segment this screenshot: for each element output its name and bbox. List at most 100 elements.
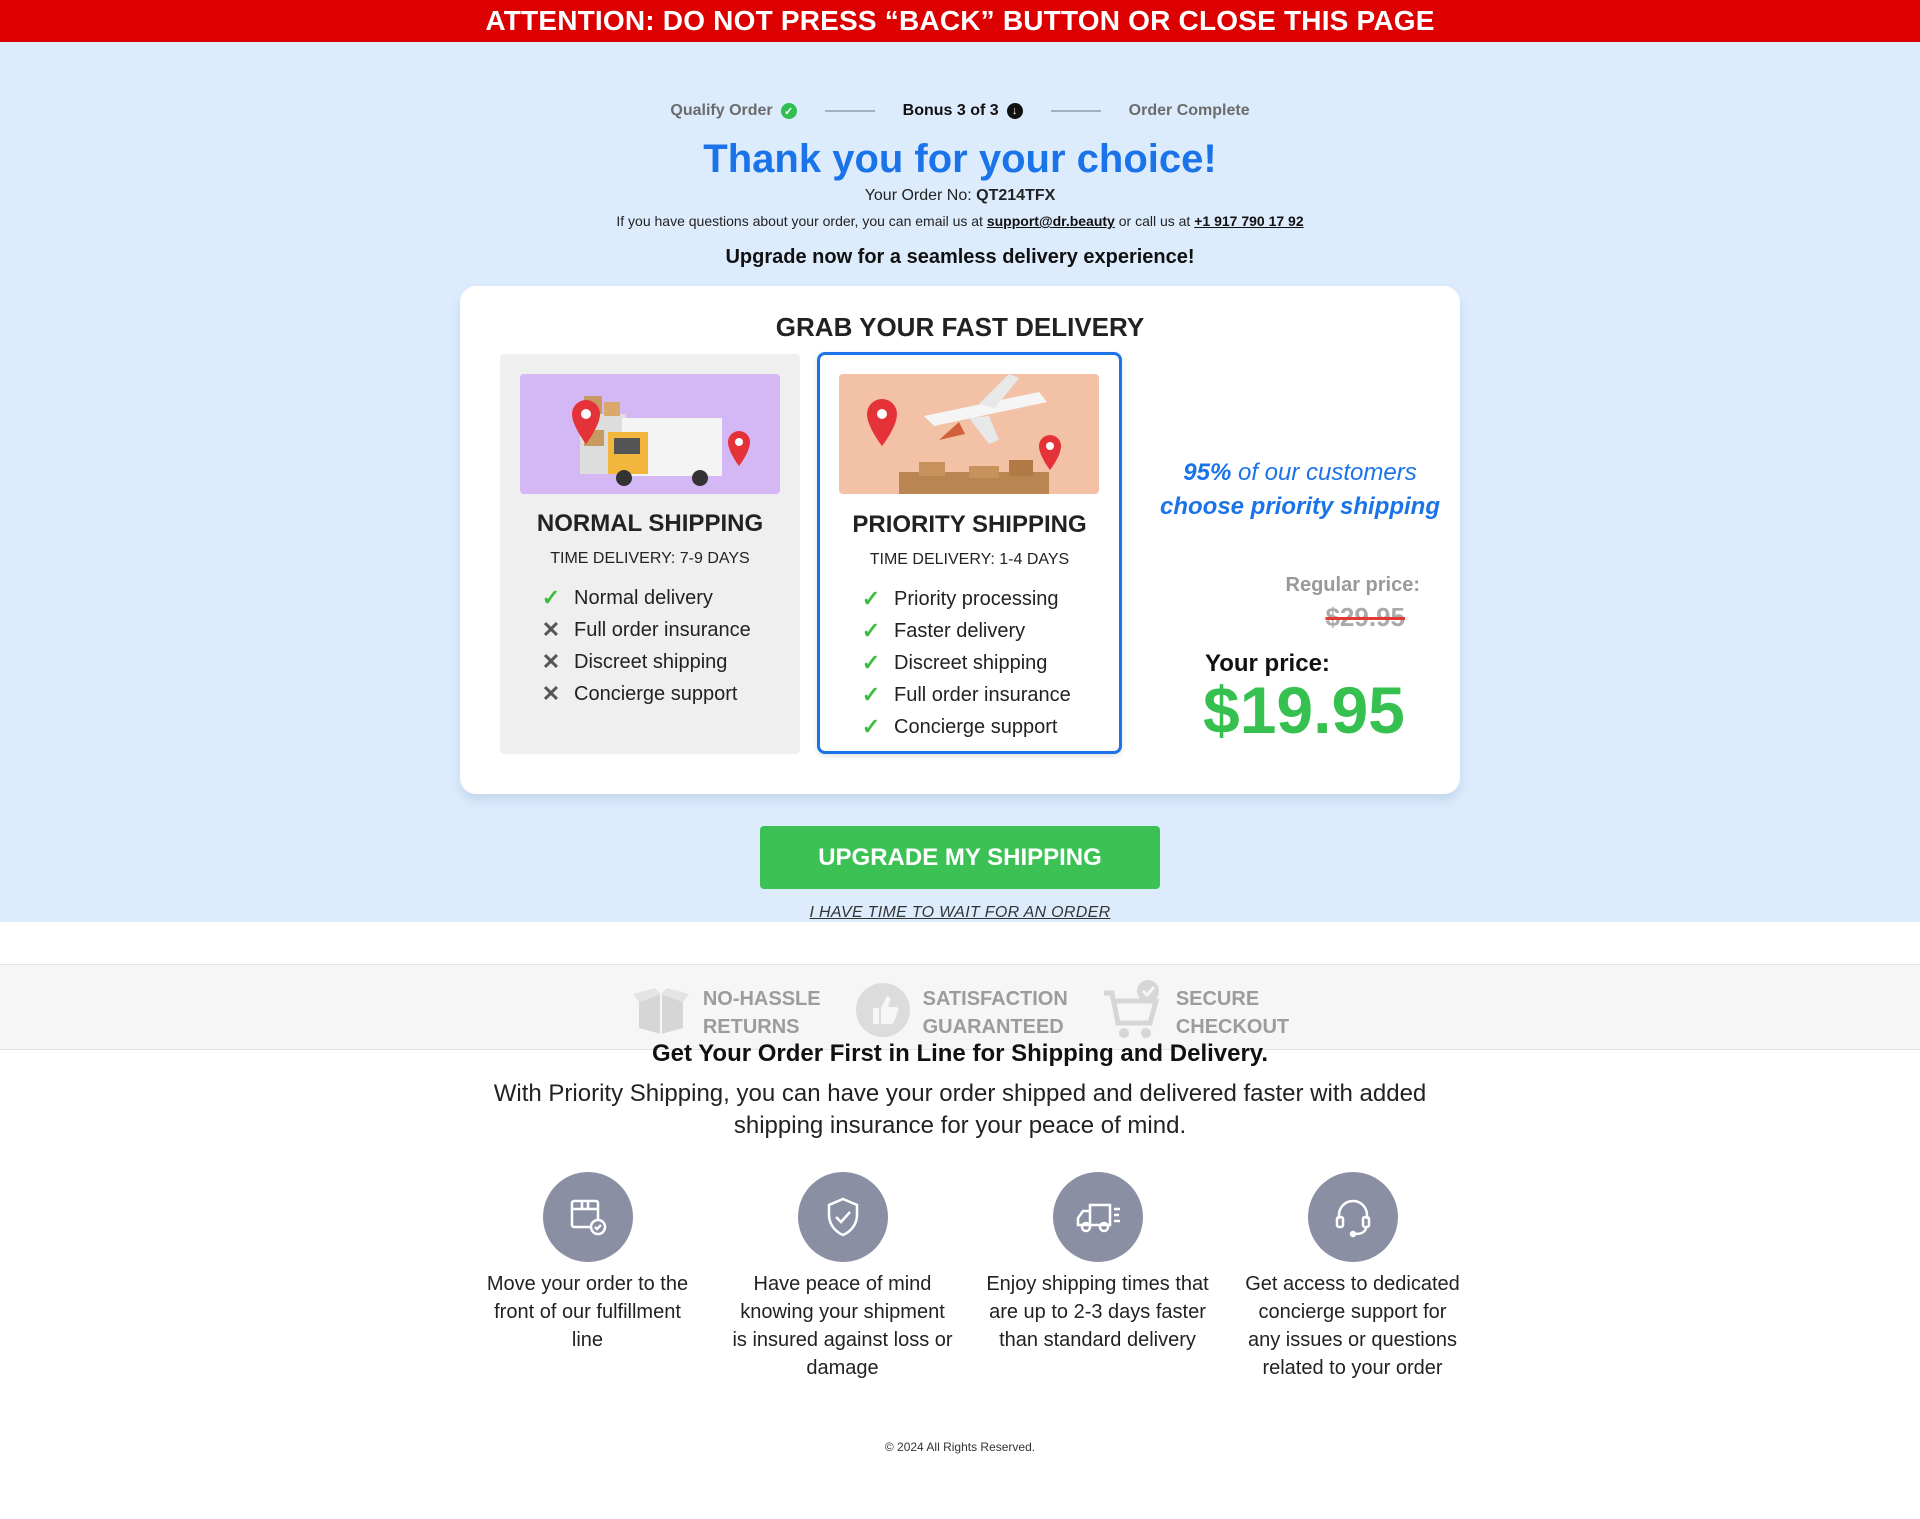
option-time: TIME DELIVERY: 7-9 DAYS [550,550,750,567]
trust-line-2: RETURNS [702,1015,800,1038]
benefit-text: Enjoy shipping times that are up to 2-3 … [986,1273,1209,1351]
check-icon: ✓ [861,586,881,611]
feature-item: ✕ Full order insurance [540,614,751,646]
card-title: GRAB YOUR FAST DELIVERY [775,312,1145,342]
check-icon: ✓ [861,618,881,643]
step-divider [1050,110,1101,112]
option-time: TIME DELIVERY: 1-4 DAYS [869,551,1070,568]
step-label: Order Complete [1128,102,1250,119]
step-bonus: Bonus 3 of 3 ↓ [903,102,1023,120]
feature-item: ✓ Full order insurance [860,679,1071,711]
benefit-item: Get access to dedicated concierge suppor… [1225,1172,1480,1382]
thumbs-up-icon [855,982,911,1043]
check-icon: ✓ [541,585,561,610]
benefit-item: Have peace of mind knowing your shipment… [715,1172,970,1382]
feature-item: ✕ Concierge support [540,678,751,710]
feature-item: ✓ Concierge support [860,711,1071,743]
feature-item: ✕ Discreet shipping [540,646,751,678]
priority-shipping-option[interactable]: PRIORITY SHIPPING TIME DELIVERY: 1-4 DAY… [817,352,1122,754]
option-name: PRIORITY SHIPPING [852,511,1087,538]
trust-item-checkout: SECURE CHECKOUT [1102,979,1289,1046]
stat-percent: 95% [1183,459,1232,486]
benefit-text: Get access to dedicated concierge suppor… [1245,1273,1460,1379]
feature-list: ✓ Normal delivery ✕ Full order insurance ✕… [540,582,751,710]
progress-steps: Qualify Order ✓ Bonus 3 of 3 ↓ Order Com… [0,102,1920,120]
contact-mid: or call us at [1114,213,1195,229]
contact-info: If you have questions about your order, … [0,213,1920,229]
order-prefix: Your Order No: [864,187,977,204]
stat-text: of our customers [1231,459,1417,486]
feature-label: Concierge support [894,715,1058,738]
feature-label: Discreet shipping [894,651,1048,674]
airplane-image [839,374,1099,494]
open-box-icon [631,984,691,1041]
benefit-text: Have peace of mind knowing your shipment… [732,1273,953,1379]
shield-check-icon [797,1172,888,1262]
check-icon: ✓ [861,714,881,739]
benefits-description: With Priority Shipping, you can have you… [493,1080,1427,1139]
copyright: © 2024 All Rights Reserved. [884,1440,1036,1454]
upgrade-subheading: Upgrade now for a seamless delivery expe… [725,246,1195,268]
benefits-row: Move your order to the front of our fulf… [460,1172,1480,1382]
regular-price-label: Regular price: [1285,574,1420,596]
option-name: NORMAL SHIPPING [536,510,764,537]
page-title: Thank you for your choice! [703,137,1217,181]
headset-icon [1307,1172,1398,1262]
package-check-icon [542,1172,633,1262]
step-label: Bonus 3 of 3 [902,102,999,119]
step-order-complete: Order Complete [1129,102,1250,120]
regular-price: $29.95 [1325,602,1405,632]
trust-line-2: GUARANTEED [922,1015,1064,1038]
feature-item: ✓ Normal delivery [540,582,751,614]
benefits-heading: Get Your Order First in Line for Shippin… [651,1040,1269,1067]
trust-line-1: SATISFACTION [922,987,1068,1010]
trust-line-2: CHECKOUT [1175,1015,1290,1038]
truck-image [520,374,780,494]
feature-item: ✓ Discreet shipping [860,647,1071,679]
support-email-link[interactable]: support@dr.beauty [987,213,1115,229]
shipping-offer-card: GRAB YOUR FAST DELIVERY NORMAL SHIPPING … [460,286,1460,794]
order-number: Your Order No: QT214TFX [0,187,1920,205]
step-label: Qualify Order [670,102,773,119]
top-section: Qualify Order ✓ Bonus 3 of 3 ↓ Order Com… [0,42,1920,1050]
arrow-down-circle-icon: ↓ [1006,103,1023,119]
benefit-text: Move your order to the front of our fulf… [486,1273,689,1351]
stat-line-2: choose priority shipping [1159,493,1441,520]
customer-stat: 95% of our customers choose priority shi… [1150,456,1450,524]
cross-icon: ✕ [541,617,561,642]
check-circle-icon: ✓ [780,103,797,119]
cart-check-icon [1102,979,1164,1046]
feature-label: Priority processing [894,587,1059,610]
feature-label: Normal delivery [574,586,713,609]
contact-prefix: If you have questions about your order, … [616,213,987,229]
trust-item-returns: NO-HASSLE RETURNS [631,979,821,1046]
trust-item-satisfaction: SATISFACTION GUARANTEED [855,979,1068,1046]
check-icon: ✓ [861,682,881,707]
normal-shipping-option[interactable]: NORMAL SHIPPING TIME DELIVERY: 7-9 DAYS … [500,354,800,754]
support-phone-link[interactable]: +1 917 790 17 92 [1194,213,1303,229]
fast-truck-icon [1052,1172,1143,1262]
trust-line-1: SECURE [1175,987,1260,1010]
attention-banner: ATTENTION: DO NOT PRESS “BACK” BUTTON OR… [0,0,1920,42]
cross-icon: ✕ [541,681,561,706]
feature-label: Concierge support [574,682,738,705]
feature-label: Faster delivery [894,619,1026,642]
benefit-item: Move your order to the front of our fulf… [460,1172,715,1382]
step-divider [824,110,875,112]
trust-line-1: NO-HASSLE [702,987,821,1010]
order-value: QT214TFX [976,187,1056,204]
cross-icon: ✕ [541,649,561,674]
upgrade-shipping-button[interactable]: UPGRADE MY SHIPPING [760,826,1160,889]
feature-item: ✓ Priority processing [860,583,1071,615]
check-icon: ✓ [861,650,881,675]
feature-label: Full order insurance [894,683,1071,706]
step-qualify-order: Qualify Order ✓ [670,102,797,120]
trust-bar: NO-HASSLE RETURNS SATISFACTION GUARANTEED … [0,964,1920,1050]
benefit-item: Enjoy shipping times that are up to 2-3 … [970,1172,1225,1382]
decline-link[interactable]: I HAVE TIME TO WAIT FOR AN ORDER [810,904,1111,921]
feature-label: Full order insurance [574,618,751,641]
feature-list: ✓ Priority processing ✓ Faster delivery ✓ D… [860,583,1071,743]
your-price: $19.95 [1203,673,1405,747]
feature-item: ✓ Faster delivery [860,615,1071,647]
feature-label: Discreet shipping [574,650,728,673]
